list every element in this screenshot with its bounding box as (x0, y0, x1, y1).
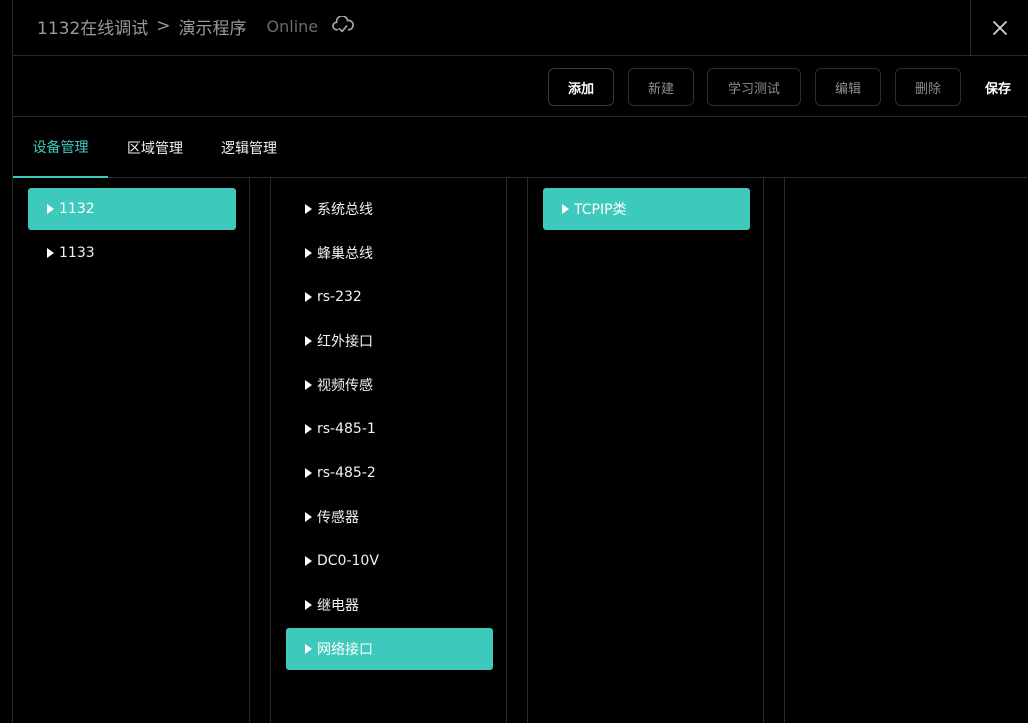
cloud-check-icon (332, 16, 355, 36)
close-button[interactable] (970, 0, 1028, 56)
interface-item[interactable]: 红外接口 (286, 320, 493, 362)
interface-item-label: rs-485-2 (317, 465, 376, 481)
interface-item[interactable]: DC0-10V (286, 540, 493, 582)
breadcrumb-item-program: 演示程序 (178, 18, 247, 39)
caret-right-icon (305, 468, 312, 478)
close-icon (992, 21, 1007, 35)
type-list: TCPIP类 (527, 178, 764, 723)
interface-item-label: rs-485-1 (317, 421, 376, 437)
interface-item-label: 蜂巢总线 (317, 246, 373, 262)
interface-item[interactable]: rs-232 (286, 276, 493, 318)
caret-right-icon (305, 248, 312, 258)
tab-bar: 设备管理 区域管理 逻辑管理 (13, 117, 1028, 178)
caret-right-icon (305, 424, 312, 434)
new-button[interactable]: 新建 (628, 68, 694, 106)
delete-button[interactable]: 删除 (895, 68, 961, 106)
device-item-label: 1132 (59, 201, 95, 217)
breadcrumb: 1132在线调试 > 演示程序 Online (37, 14, 355, 39)
interface-item[interactable]: 传感器 (286, 496, 493, 538)
caret-right-icon (562, 204, 569, 214)
caret-right-icon (47, 204, 54, 214)
interface-item[interactable]: 继电器 (286, 584, 493, 626)
interface-item[interactable]: 视频传感 (286, 364, 493, 406)
interface-item-label: 系统总线 (317, 202, 373, 218)
caret-right-icon (305, 204, 312, 214)
type-item[interactable]: TCPIP类 (543, 188, 750, 230)
type-item-label: TCPIP类 (574, 202, 627, 218)
device-list: 1132 1133 (13, 178, 250, 723)
caret-right-icon (305, 644, 312, 654)
interface-item[interactable]: rs-485-2 (286, 452, 493, 494)
breadcrumb-item-device[interactable]: 1132在线调试 (37, 14, 148, 39)
caret-right-icon (305, 380, 312, 390)
caret-right-icon (305, 600, 312, 610)
tab-area-management[interactable]: 区域管理 (116, 117, 194, 178)
caret-right-icon (305, 556, 312, 566)
interface-item-label: 传感器 (317, 510, 359, 526)
tab-logic-management[interactable]: 逻辑管理 (210, 117, 288, 178)
interface-item-label: 视频传感 (317, 378, 373, 394)
save-button[interactable]: 保存 (971, 68, 1025, 106)
interface-item-label: 红外接口 (317, 334, 373, 350)
caret-right-icon (305, 336, 312, 346)
interface-item-label: rs-232 (317, 289, 362, 305)
add-button[interactable]: 添加 (548, 68, 614, 106)
caret-right-icon (305, 292, 312, 302)
interface-item[interactable]: 蜂巢总线 (286, 232, 493, 274)
toolbar: 添加 新建 学习测试 编辑 删除 保存 (13, 56, 1028, 117)
connection-status: Online (266, 16, 319, 36)
interface-list: 系统总线 蜂巢总线 rs-232 红外接口 视频传感 rs-485-1 rs-4… (270, 178, 507, 723)
device-item[interactable]: 1132 (28, 188, 236, 230)
interface-item-label: 网络接口 (317, 642, 373, 658)
interface-item[interactable]: 网络接口 (286, 628, 493, 670)
chevron-right-icon: > (156, 16, 171, 36)
window-header: 1132在线调试 > 演示程序 Online (13, 0, 1028, 56)
caret-right-icon (305, 512, 312, 522)
interface-item[interactable]: rs-485-1 (286, 408, 493, 450)
debug-window: 1132在线调试 > 演示程序 Online 添加 新建 学习测试 编辑 删除 … (12, 0, 1028, 723)
detail-list (784, 178, 1028, 723)
device-item-label: 1133 (59, 245, 95, 261)
device-item[interactable]: 1133 (28, 232, 236, 274)
caret-right-icon (47, 248, 54, 258)
interface-item[interactable]: 系统总线 (286, 188, 493, 230)
interface-item-label: DC0-10V (317, 553, 379, 569)
interface-item-label: 继电器 (317, 598, 359, 614)
edit-button[interactable]: 编辑 (815, 68, 881, 106)
tab-device-management[interactable]: 设备管理 (13, 117, 108, 178)
learn-test-button[interactable]: 学习测试 (707, 68, 801, 106)
